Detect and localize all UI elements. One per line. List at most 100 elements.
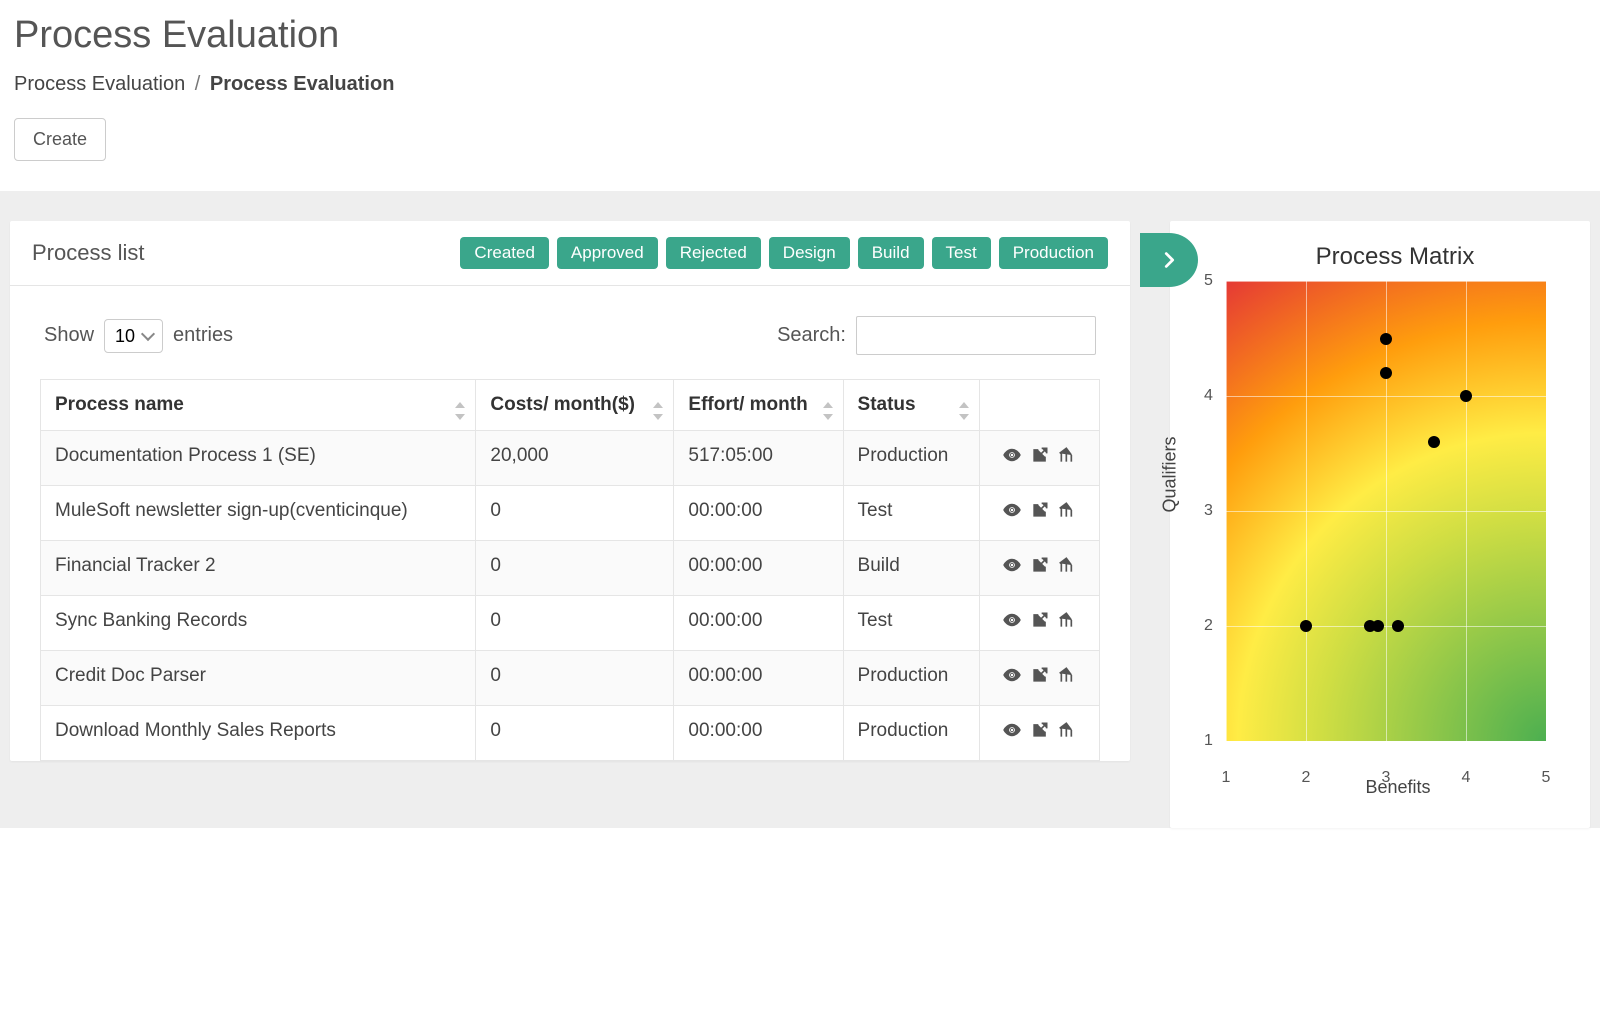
table-row: Financial Tracker 2000:00:00Build (41, 541, 1100, 596)
col-cost[interactable]: Costs/ month($) (476, 380, 674, 431)
status-filter-created[interactable]: Created (460, 237, 548, 269)
open-external-icon[interactable] (1030, 445, 1050, 465)
open-external-icon[interactable] (1030, 555, 1050, 575)
view-icon[interactable] (1002, 610, 1022, 630)
page-title: Process Evaluation (14, 14, 1586, 57)
bar-chart-icon[interactable] (1058, 500, 1078, 520)
table-cell: 00:00:00 (674, 486, 843, 541)
breadcrumb: Process Evaluation / Process Evaluation (14, 73, 1586, 96)
actions-cell (980, 651, 1100, 706)
open-external-icon[interactable] (1030, 610, 1050, 630)
sort-icon (957, 402, 971, 420)
x-tick: 5 (1542, 769, 1551, 787)
open-external-icon[interactable] (1030, 500, 1050, 520)
chart-point[interactable] (1380, 367, 1392, 379)
table-cell: Test (843, 596, 980, 651)
view-icon[interactable] (1002, 665, 1022, 685)
table-cell: Sync Banking Records (41, 596, 476, 651)
page-size-select[interactable]: 10 (104, 319, 163, 353)
col-effort[interactable]: Effort/ month (674, 380, 843, 431)
process-list-panel: Process list CreatedApprovedRejectedDesi… (10, 221, 1130, 761)
search-input[interactable] (856, 316, 1096, 355)
table-cell: MuleSoft newsletter sign-up(cventicinque… (41, 486, 476, 541)
create-button[interactable]: Create (14, 118, 106, 161)
process-table: Process name Costs/ month($) Effort/ mon… (40, 379, 1100, 761)
table-cell: 517:05:00 (674, 431, 843, 486)
table-cell: Credit Doc Parser (41, 651, 476, 706)
bar-chart-icon[interactable] (1058, 445, 1078, 465)
y-tick: 4 (1204, 387, 1213, 405)
search-label: Search: (777, 324, 846, 347)
show-label: Show (44, 324, 94, 347)
table-row: MuleSoft newsletter sign-up(cventicinque… (41, 486, 1100, 541)
table-row: Sync Banking Records000:00:00Test (41, 596, 1100, 651)
table-cell: Production (843, 706, 980, 761)
status-filter-production[interactable]: Production (999, 237, 1108, 269)
entries-label: entries (173, 324, 233, 347)
table-cell: 20,000 (476, 431, 674, 486)
matrix-chart: 12345 12345 (1226, 281, 1546, 741)
chart-point[interactable] (1380, 333, 1392, 345)
x-tick: 3 (1382, 769, 1391, 787)
view-icon[interactable] (1002, 555, 1022, 575)
grid-lines (1226, 281, 1546, 741)
view-icon[interactable] (1002, 500, 1022, 520)
actions-cell (980, 431, 1100, 486)
table-cell: 00:00:00 (674, 541, 843, 596)
matrix-title: Process Matrix (1220, 243, 1570, 271)
y-tick: 1 (1204, 732, 1213, 750)
chart-point[interactable] (1392, 620, 1404, 632)
chart-point[interactable] (1460, 390, 1472, 402)
sort-icon (651, 402, 665, 420)
status-filter-test[interactable]: Test (932, 237, 991, 269)
actions-cell (980, 596, 1100, 651)
table-cell: 00:00:00 (674, 651, 843, 706)
status-filter-build[interactable]: Build (858, 237, 924, 269)
sort-icon (821, 402, 835, 420)
table-cell: Test (843, 486, 980, 541)
y-tick: 2 (1204, 617, 1213, 635)
bar-chart-icon[interactable] (1058, 720, 1078, 740)
view-icon[interactable] (1002, 720, 1022, 740)
status-filter-approved[interactable]: Approved (557, 237, 658, 269)
col-process-name[interactable]: Process name (41, 380, 476, 431)
open-external-icon[interactable] (1030, 665, 1050, 685)
col-status[interactable]: Status (843, 380, 980, 431)
status-filter-design[interactable]: Design (769, 237, 850, 269)
y-axis-label: Qualifiers (1160, 436, 1181, 512)
bar-chart-icon[interactable] (1058, 665, 1078, 685)
table-cell: 0 (476, 651, 674, 706)
actions-cell (980, 486, 1100, 541)
open-external-icon[interactable] (1030, 720, 1050, 740)
x-axis-label: Benefits (1226, 777, 1570, 798)
col-actions (980, 380, 1100, 431)
table-cell: 0 (476, 541, 674, 596)
table-cell: Documentation Process 1 (SE) (41, 431, 476, 486)
breadcrumb-separator: / (191, 73, 205, 95)
table-cell: 0 (476, 706, 674, 761)
table-row: Credit Doc Parser000:00:00Production (41, 651, 1100, 706)
x-tick: 1 (1222, 769, 1231, 787)
chart-point[interactable] (1372, 620, 1384, 632)
x-tick: 4 (1462, 769, 1471, 787)
actions-cell (980, 706, 1100, 761)
table-cell: Build (843, 541, 980, 596)
bar-chart-icon[interactable] (1058, 555, 1078, 575)
x-tick: 2 (1302, 769, 1311, 787)
expand-panel-button[interactable] (1140, 233, 1198, 287)
bar-chart-icon[interactable] (1058, 610, 1078, 630)
chart-point[interactable] (1300, 620, 1312, 632)
view-icon[interactable] (1002, 445, 1022, 465)
chevron-right-icon (1158, 249, 1180, 271)
status-filter-group: Created ApprovedRejectedDesignBuildTestPr… (460, 237, 1108, 269)
actions-cell (980, 541, 1100, 596)
breadcrumb-root[interactable]: Process Evaluation (14, 73, 185, 95)
y-tick: 5 (1204, 272, 1213, 290)
status-filter-rejected[interactable]: Rejected (666, 237, 761, 269)
breadcrumb-current: Process Evaluation (210, 73, 395, 95)
y-tick: 3 (1204, 502, 1213, 520)
table-cell: 00:00:00 (674, 706, 843, 761)
chart-point[interactable] (1428, 436, 1440, 448)
table-cell: 0 (476, 486, 674, 541)
table-cell: Financial Tracker 2 (41, 541, 476, 596)
